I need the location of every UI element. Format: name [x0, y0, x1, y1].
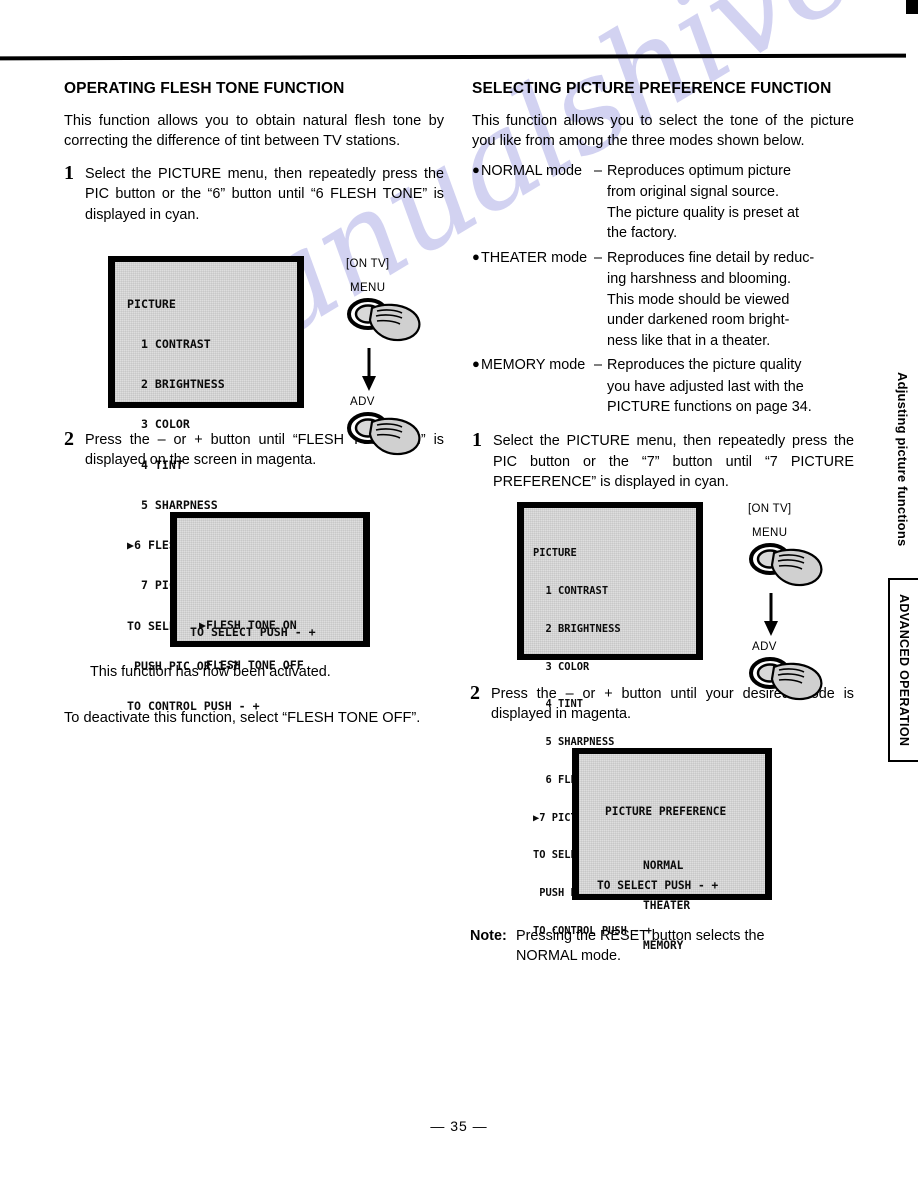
mode-desc-line: under darkened room bright-	[607, 312, 790, 329]
tv-screen-surface: PICTURE 1 CONTRAST 2 BRIGHTNESS 3 COLOR …	[524, 508, 696, 937]
right-section-heading: SELECTING PICTURE PREFERENCE FUNCTION	[472, 80, 832, 97]
tv-screen-flesh-tone: ▶FLESH TONE ON FLESH TONE OFF TO SELECT …	[170, 512, 370, 672]
tv-screen-picture-menu-right: PICTURE 1 CONTRAST 2 BRIGHTNESS 3 COLOR …	[517, 502, 703, 937]
mode-entry-theater: ● THEATER mode – Reproduces fine detail …	[472, 248, 854, 351]
page-number-footer: — 35 —	[430, 1118, 488, 1134]
right-step-1-text: Select the PICTURE menu, then repeatedly…	[493, 433, 854, 491]
mode-desc-line: ness like that in a theater.	[607, 332, 771, 349]
left-step-1-number: 1	[64, 162, 74, 185]
mode-desc-line: Reproduces fine detail by reduc-	[607, 249, 815, 266]
mode-entry-normal: ● NORMAL mode – Reproduces optimum pictu…	[472, 161, 854, 244]
running-head-vertical: Adjusting picture functions	[895, 372, 910, 547]
right-step-1: 1 Select the PICTURE menu, then repeated…	[472, 429, 854, 492]
remote-adv-label: ADV	[752, 641, 777, 653]
bullet-icon: ●	[472, 248, 480, 264]
mode-desc-line: PICTURE functions on page 34.	[607, 399, 812, 416]
osd-option: THEATER	[643, 899, 691, 913]
osd-option: NORMAL	[643, 858, 684, 872]
mode-desc-line: The picture quality is preset at	[607, 204, 799, 221]
section-tab-advanced-operation[interactable]: ADVANCED OPERATION	[888, 578, 918, 762]
bullet-icon: ●	[472, 356, 480, 372]
mode-desc-line: Reproduces the picture quality	[607, 357, 802, 374]
left-step-1: 1 Select the PICTURE menu, then repeated…	[64, 162, 444, 225]
left-section-heading: OPERATING FLESH TONE FUNCTION	[64, 80, 345, 97]
mode-name: THEATER mode	[481, 249, 588, 266]
tv-screen-surface: ▶FLESH TONE ON FLESH TONE OFF TO SELECT …	[177, 518, 363, 672]
note-line-2: NORMAL mode.	[516, 948, 622, 965]
left-step-2-number: 2	[64, 428, 74, 450]
osd-item: 1 CONTRAST	[127, 337, 211, 352]
right-column: SELECTING PICTURE PREFERENCE FUNCTION Th…	[472, 80, 854, 499]
mode-entry-memory: ● MEMORY mode – Reproduces the picture q…	[472, 355, 854, 417]
mode-dash: –	[593, 357, 602, 374]
top-rule	[0, 53, 906, 61]
remote-on-tv-label: [ON TV]	[748, 503, 792, 515]
corner-registration-mark	[906, 0, 918, 14]
down-arrow-icon	[748, 591, 834, 641]
remote-illustration-left: [ON TV] MENU ADV	[346, 258, 432, 460]
osd-flesh-footer: TO SELECT PUSH - +	[190, 625, 316, 639]
hand-pressing-adv-icon	[346, 408, 432, 460]
note-block: Note: Pressing the RESET button selects …	[470, 926, 854, 967]
bullet-icon: ●	[472, 162, 480, 178]
osd-item: 1 CONTRAST	[533, 584, 609, 597]
osd-item: 5 SHARPNESS	[127, 497, 218, 512]
note-line-1: Pressing the RESET button selects the	[516, 928, 765, 944]
osd-pref-title: PICTURE PREFERENCE	[605, 805, 727, 818]
remote-menu-label: MENU	[350, 282, 386, 294]
hand-pressing-menu-icon	[346, 294, 432, 346]
mode-dash: –	[593, 163, 602, 180]
right-step-1-number: 1	[472, 429, 482, 452]
left-intro-paragraph: This function allows you to obtain natur…	[64, 112, 444, 150]
osd-title: PICTURE	[127, 296, 176, 311]
mode-desc-line: This mode should be viewed	[607, 291, 790, 308]
tv-screen-surface: PICTURE PREFERENCE NORMAL THEATER MEMORY…	[579, 754, 765, 952]
osd-item: 2 BRIGHTNESS	[127, 377, 225, 392]
note-label: Note:	[470, 928, 507, 944]
left-caption-block: This function has now been activated. To…	[64, 662, 444, 738]
manual-page: manualshive.com OPERATING FLESH TONE FUN…	[0, 0, 918, 1185]
mode-desc-line: Reproduces optimum picture	[607, 163, 791, 180]
osd-pref-footer: TO SELECT PUSH - +	[597, 879, 719, 892]
mode-name: NORMAL mode	[481, 163, 583, 180]
mode-dash: –	[593, 249, 602, 266]
osd-item: 3 COLOR	[533, 660, 590, 673]
osd-item: 2 BRIGHTNESS	[533, 622, 621, 635]
section-tab-label: ADVANCED OPERATION	[897, 593, 911, 747]
remote-on-tv-label: [ON TV]	[346, 258, 390, 270]
remote-illustration-right: [ON TV] MENU ADV	[748, 503, 834, 705]
remote-menu-label: MENU	[752, 527, 788, 539]
down-arrow-icon	[346, 346, 432, 396]
osd-item: 5 SHARPNESS	[533, 736, 615, 749]
tv-screen-picture-preference: PICTURE PREFERENCE NORMAL THEATER MEMORY…	[572, 748, 772, 952]
mode-name: MEMORY mode	[481, 357, 586, 374]
tv-screen-picture-menu-left: PICTURE 1 CONTRAST 2 BRIGHTNESS 3 COLOR …	[108, 256, 304, 713]
mode-desc-line: ing harshness and blooming.	[607, 271, 792, 288]
left-column: OPERATING FLESH TONE FUNCTION This funct…	[64, 80, 444, 231]
mode-desc-line: from original signal source.	[607, 184, 779, 201]
left-deactivate-paragraph: To deactivate this function, select “FLE…	[64, 710, 421, 727]
left-activation-caption: This function has now been activated.	[90, 664, 331, 680]
right-step-2-number: 2	[470, 682, 480, 704]
mode-desc-line: you have adjusted last with the	[607, 378, 804, 395]
remote-adv-label: ADV	[350, 396, 375, 408]
right-intro-paragraph: This function allows you to select the t…	[472, 112, 854, 150]
tv-screen-surface: PICTURE 1 CONTRAST 2 BRIGHTNESS 3 COLOR …	[115, 262, 297, 713]
hand-pressing-menu-icon	[748, 539, 834, 591]
osd-title: PICTURE	[533, 547, 577, 560]
hand-pressing-adv-icon	[748, 653, 834, 705]
left-step-1-text: Select the PICTURE menu, then repeatedly…	[85, 166, 444, 223]
mode-desc-line: the factory.	[607, 225, 678, 242]
